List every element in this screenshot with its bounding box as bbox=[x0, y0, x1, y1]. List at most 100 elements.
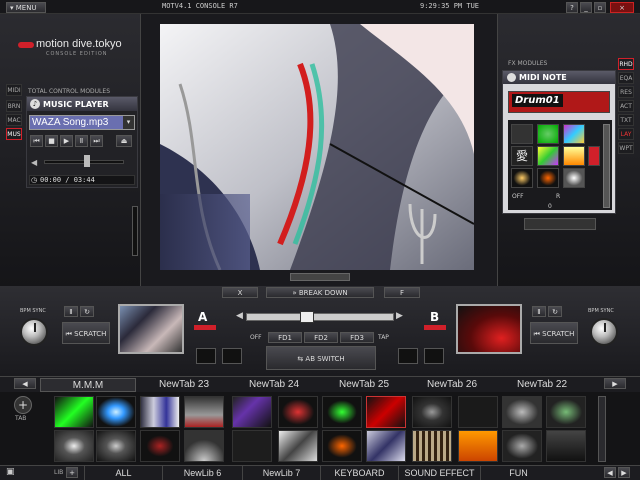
pause-left-button[interactable]: Ⅱ bbox=[64, 306, 78, 317]
library-scrollbar[interactable] bbox=[598, 396, 606, 462]
volume-slider-handle[interactable] bbox=[84, 155, 90, 167]
clip-thumb-24[interactable] bbox=[546, 430, 586, 462]
side-tab-mac[interactable]: MAC bbox=[6, 114, 22, 126]
note-cell-9[interactable] bbox=[563, 168, 585, 188]
tab-mmm[interactable]: M.M.M bbox=[40, 378, 136, 392]
note-cell-1[interactable] bbox=[511, 124, 533, 144]
reload-left-button[interactable]: ↻ bbox=[80, 306, 94, 317]
note-cell-8[interactable] bbox=[537, 168, 559, 188]
crossfader-handle[interactable] bbox=[300, 311, 314, 323]
deck-a-btn-2[interactable] bbox=[222, 348, 242, 364]
play-button[interactable]: ▶ bbox=[60, 135, 73, 147]
clip-thumb-11[interactable] bbox=[502, 396, 542, 428]
crossfader-track[interactable] bbox=[246, 313, 394, 321]
menu-button[interactable]: ▾ MENU bbox=[6, 2, 46, 13]
stop-button[interactable]: ■ bbox=[45, 135, 58, 147]
eject-button[interactable]: ⏏ bbox=[116, 135, 132, 147]
side-tab-mus[interactable]: MUS bbox=[6, 128, 22, 140]
song-dropdown-icon[interactable]: ▾ bbox=[123, 116, 134, 129]
crossfader-left-arrow[interactable]: ◀ bbox=[236, 311, 243, 321]
clip-thumb-14[interactable] bbox=[96, 430, 136, 462]
crossfader-right-arrow[interactable]: ▶ bbox=[396, 311, 403, 321]
bpm-sync-knob-left[interactable] bbox=[20, 318, 48, 346]
clip-thumb-18[interactable] bbox=[278, 430, 318, 462]
reload-right-button[interactable]: ↻ bbox=[548, 306, 562, 317]
monitor-scrollbar[interactable] bbox=[290, 273, 350, 281]
f-button[interactable]: F bbox=[384, 287, 420, 298]
fd2-button[interactable]: FD2 bbox=[304, 332, 338, 343]
clip-thumb-13[interactable] bbox=[54, 430, 94, 462]
fd3-button[interactable]: FD3 bbox=[340, 332, 374, 343]
bpm-sync-knob-right[interactable] bbox=[590, 318, 618, 346]
scratch-left-button[interactable]: ⏮ SCRATCH bbox=[62, 322, 110, 344]
side-tab-rhd[interactable]: RHD bbox=[618, 58, 634, 70]
lib-newlib-7[interactable]: NewLib 7 bbox=[242, 466, 320, 480]
tab-newtab-26[interactable]: NewTab 26 bbox=[408, 378, 496, 392]
side-tab-midi[interactable]: MIDI bbox=[6, 84, 22, 96]
clip-thumb-6[interactable] bbox=[278, 396, 318, 428]
side-tab-eqa[interactable]: EQA bbox=[618, 72, 634, 84]
close-button[interactable]: × bbox=[610, 2, 634, 13]
side-tab-res[interactable]: RES bbox=[618, 86, 634, 98]
tab-newtab-25[interactable]: NewTab 25 bbox=[320, 378, 408, 392]
clip-thumb-10[interactable] bbox=[458, 396, 498, 428]
tab-newtab-24[interactable]: NewTab 24 bbox=[230, 378, 318, 392]
clip-thumb-19[interactable] bbox=[322, 430, 362, 462]
clip-thumb-17[interactable] bbox=[232, 430, 272, 462]
clip-thumb-3[interactable] bbox=[140, 396, 180, 428]
tab-newtab-23[interactable]: NewTab 23 bbox=[140, 378, 228, 392]
help-button[interactable]: ? bbox=[566, 2, 578, 13]
clip-thumb-9[interactable] bbox=[412, 396, 452, 428]
lib-keyboard[interactable]: KEYBOARD bbox=[320, 466, 398, 480]
clip-thumb-2[interactable] bbox=[96, 396, 136, 428]
next-button[interactable]: ⏭ bbox=[90, 135, 103, 147]
note-cell-red[interactable] bbox=[588, 146, 600, 166]
minimize-button[interactable]: _ bbox=[580, 2, 592, 13]
note-cell-3[interactable] bbox=[563, 124, 585, 144]
break-down-button[interactable]: » BREAK DOWN bbox=[266, 287, 374, 298]
x-button[interactable]: X bbox=[222, 287, 258, 298]
tab-newtab-22[interactable]: NewTab 22 bbox=[498, 378, 586, 392]
clip-thumb-15[interactable] bbox=[140, 430, 180, 462]
clip-thumb-1[interactable] bbox=[54, 396, 94, 428]
note-cell-4[interactable]: 愛 bbox=[511, 146, 533, 166]
scratch-right-button[interactable]: ⏮ SCRATCH bbox=[530, 322, 578, 344]
lib-newlib-6[interactable]: NewLib 6 bbox=[162, 466, 242, 480]
clip-thumb-21[interactable] bbox=[412, 430, 452, 462]
lib-fun[interactable]: FUN bbox=[480, 466, 556, 480]
lib-scroll-right[interactable]: ▶ bbox=[618, 467, 630, 478]
clip-thumb-4[interactable] bbox=[184, 396, 224, 428]
side-tab-wpt[interactable]: WPT bbox=[618, 142, 634, 154]
clip-thumb-22[interactable] bbox=[458, 430, 498, 462]
deck-b-btn-2[interactable] bbox=[424, 348, 444, 364]
clip-thumb-7[interactable] bbox=[322, 396, 362, 428]
deck-b-btn-1[interactable] bbox=[398, 348, 418, 364]
note-scrollbar[interactable] bbox=[603, 124, 610, 208]
fd1-button[interactable]: FD1 bbox=[268, 332, 302, 343]
tabs-scroll-left[interactable]: ◀ bbox=[14, 378, 36, 389]
add-tab-button[interactable]: + bbox=[14, 396, 32, 414]
side-tab-lay[interactable]: LAY bbox=[618, 128, 634, 140]
side-tab-act[interactable]: ACT bbox=[618, 100, 634, 112]
lib-scroll-left[interactable]: ◀ bbox=[604, 467, 616, 478]
lib-add-button[interactable]: + bbox=[66, 467, 78, 478]
prev-button[interactable]: ⏮ bbox=[30, 135, 43, 147]
side-tab-brn[interactable]: BRN bbox=[6, 100, 22, 112]
left-vertical-slider[interactable] bbox=[132, 206, 138, 256]
tabs-scroll-right[interactable]: ▶ bbox=[604, 378, 626, 389]
monitor-icon[interactable]: ▣ bbox=[6, 467, 15, 477]
lib-all[interactable]: ALL bbox=[84, 466, 162, 480]
ab-switch-button[interactable]: ⇆ AB SWITCH bbox=[266, 346, 376, 370]
side-tab-txt[interactable]: TXT bbox=[618, 114, 634, 126]
deck-a-btn-1[interactable] bbox=[196, 348, 216, 364]
note-cell-6[interactable] bbox=[563, 146, 585, 166]
note-cell-5[interactable] bbox=[537, 146, 559, 166]
lib-sound-effect[interactable]: SOUND EFFECT bbox=[398, 466, 480, 480]
clip-thumb-8[interactable] bbox=[366, 396, 406, 428]
clip-thumb-16[interactable] bbox=[184, 430, 224, 462]
pause-button[interactable]: Ⅱ bbox=[75, 135, 88, 147]
restore-button[interactable]: ▫ bbox=[594, 2, 606, 13]
clip-thumb-12[interactable] bbox=[546, 396, 586, 428]
clip-thumb-5[interactable] bbox=[232, 396, 272, 428]
note-cell-2[interactable] bbox=[537, 124, 559, 144]
